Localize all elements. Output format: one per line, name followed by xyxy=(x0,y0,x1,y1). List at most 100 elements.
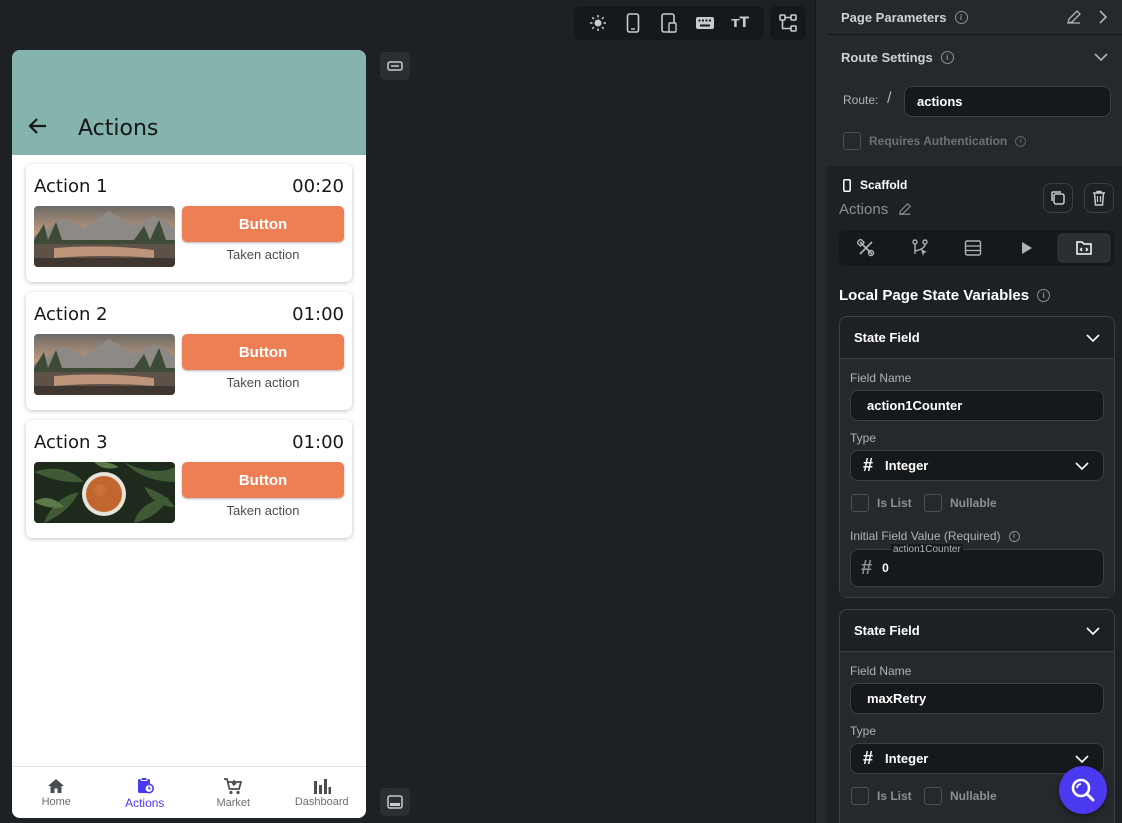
card-subtitle: Taken action xyxy=(226,247,300,262)
nav-item-dashboard[interactable]: Dashboard xyxy=(278,767,367,818)
phone-icon[interactable] xyxy=(621,11,645,35)
edit-icon[interactable] xyxy=(898,202,912,216)
text-size-icon[interactable]: ᴛT xyxy=(728,11,752,35)
backend-query-icon[interactable] xyxy=(947,230,1001,266)
hash-icon: # xyxy=(861,556,873,579)
phone-preview: Actions Action 1 00:20 Button Taken acti… xyxy=(12,50,366,818)
initial-value-label: Initial Field Value (Required) xyxy=(850,529,1001,543)
action-button[interactable]: Button xyxy=(182,334,344,370)
widget-tree-icon[interactable] xyxy=(770,6,806,40)
arrow-left-icon[interactable] xyxy=(26,114,50,138)
device-toolbar: ᴛT xyxy=(574,6,764,40)
cart-icon xyxy=(224,777,243,794)
chevron-down-icon[interactable] xyxy=(1094,52,1108,62)
field-name-label: Field Name xyxy=(850,371,912,385)
type-label: Type xyxy=(850,724,877,738)
trash-icon[interactable] xyxy=(1084,183,1114,213)
nav-item-actions[interactable]: Actions xyxy=(101,767,190,818)
play-icon[interactable] xyxy=(1000,230,1054,266)
is-list-checkbox[interactable] xyxy=(851,494,869,512)
field-name-label: Field Name xyxy=(850,664,912,678)
keyboard-icon[interactable] xyxy=(693,11,717,35)
card-title: Action 3 xyxy=(34,432,108,453)
route-settings-header[interactable]: Route Settings i xyxy=(827,42,1122,72)
initial-value-input[interactable]: # 0 action1Counter xyxy=(850,544,1104,587)
action-card: Action 2 01:00 Button Taken action xyxy=(26,292,352,410)
initial-float-label: action1Counter xyxy=(891,544,963,555)
nav-item-home[interactable]: Home xyxy=(12,767,101,818)
page-name: Actions xyxy=(839,200,889,218)
properties-panel: Page Parameters i Route Settings i Route… xyxy=(827,0,1122,823)
type-label: Type xyxy=(850,431,877,445)
page-title: Actions xyxy=(78,116,159,141)
action-card: Action 3 01:00 Button Taken action xyxy=(26,420,352,538)
nullable-option: Nullable xyxy=(924,494,997,512)
nav-item-market[interactable]: Market xyxy=(189,767,278,818)
chevron-down-icon xyxy=(1075,461,1089,470)
action-button[interactable]: Button xyxy=(182,462,344,498)
nullable-label: Nullable xyxy=(950,496,997,510)
state-field-header[interactable]: State Field xyxy=(840,317,1114,359)
info-icon: i xyxy=(1015,135,1027,147)
toggle-top-icon[interactable] xyxy=(380,52,410,80)
state-icon[interactable] xyxy=(1057,233,1111,263)
page-name-row[interactable]: Actions xyxy=(827,199,1122,219)
type-select[interactable]: # Integer xyxy=(850,450,1104,481)
info-icon: i xyxy=(940,50,954,64)
type-value: Integer xyxy=(885,458,929,473)
nullable-label: Nullable xyxy=(950,789,997,803)
properties-icon[interactable] xyxy=(839,230,893,266)
card-subtitle: Taken action xyxy=(226,375,300,390)
nav-label: Market xyxy=(216,796,251,809)
tablet-icon[interactable] xyxy=(657,11,681,35)
scaffold-header: Scaffold xyxy=(827,176,1122,194)
state-field-body: Field Name action1Counter Type # Integer… xyxy=(840,359,1114,597)
info-icon: i xyxy=(1037,288,1051,302)
initial-value: 0 xyxy=(882,561,889,575)
requires-auth-row: Requires Authentication i xyxy=(827,131,1122,151)
is-list-label: Is List xyxy=(877,496,912,510)
clipboard-clock-icon xyxy=(137,776,154,793)
route-label: Route: xyxy=(843,93,879,107)
initial-value-label-row: Initial Field Value (Required) i xyxy=(850,529,1020,543)
chevron-down-icon[interactable] xyxy=(1086,626,1100,636)
edit-icon[interactable] xyxy=(1066,9,1082,25)
page-parameters-row[interactable]: Page Parameters i xyxy=(827,0,1122,34)
bar-chart-icon xyxy=(313,778,331,794)
design-canvas: ᴛT Actions Action 1 00:20 Button Taken a… xyxy=(0,0,815,823)
nav-label: Home xyxy=(41,795,71,808)
type-select[interactable]: # Integer xyxy=(850,743,1104,774)
chevron-down-icon[interactable] xyxy=(1086,333,1100,343)
local-state-heading: Local Page State Variables xyxy=(839,286,1030,304)
search-fab[interactable] xyxy=(1059,766,1107,814)
chevron-right-icon[interactable] xyxy=(1098,10,1108,24)
type-value: Integer xyxy=(885,751,929,766)
toggle-bottom-icon[interactable] xyxy=(380,788,410,816)
is-list-checkbox[interactable] xyxy=(851,787,869,805)
field-name-input[interactable]: action1Counter xyxy=(850,390,1104,421)
phone-icon xyxy=(843,178,851,192)
nullable-checkbox[interactable] xyxy=(924,787,942,805)
panel-divider[interactable] xyxy=(815,0,827,823)
state-field-header[interactable]: State Field xyxy=(840,610,1114,652)
sun-icon[interactable] xyxy=(586,11,610,35)
route-settings-label: Route Settings xyxy=(841,49,933,65)
chevron-down-icon xyxy=(1075,754,1089,763)
requires-auth-checkbox[interactable] xyxy=(843,132,861,150)
mountain-lake-image xyxy=(34,334,175,395)
action-button[interactable]: Button xyxy=(182,206,344,242)
state-field-title: State Field xyxy=(854,330,920,345)
state-field-title: State Field xyxy=(854,623,920,638)
duplicate-icon[interactable] xyxy=(1043,183,1073,213)
state-field-card: State Field Field Name action1Counter Ty… xyxy=(839,316,1115,598)
card-title: Action 1 xyxy=(34,176,108,197)
actions-flow-icon[interactable] xyxy=(893,230,947,266)
info-icon: i xyxy=(1008,530,1020,542)
card-title: Action 2 xyxy=(34,304,108,325)
divider xyxy=(827,34,1122,35)
nullable-option: Nullable xyxy=(924,787,997,805)
home-icon xyxy=(48,778,65,793)
field-name-input[interactable]: maxRetry xyxy=(850,683,1104,714)
nullable-checkbox[interactable] xyxy=(924,494,942,512)
route-input[interactable]: actions xyxy=(904,86,1111,117)
